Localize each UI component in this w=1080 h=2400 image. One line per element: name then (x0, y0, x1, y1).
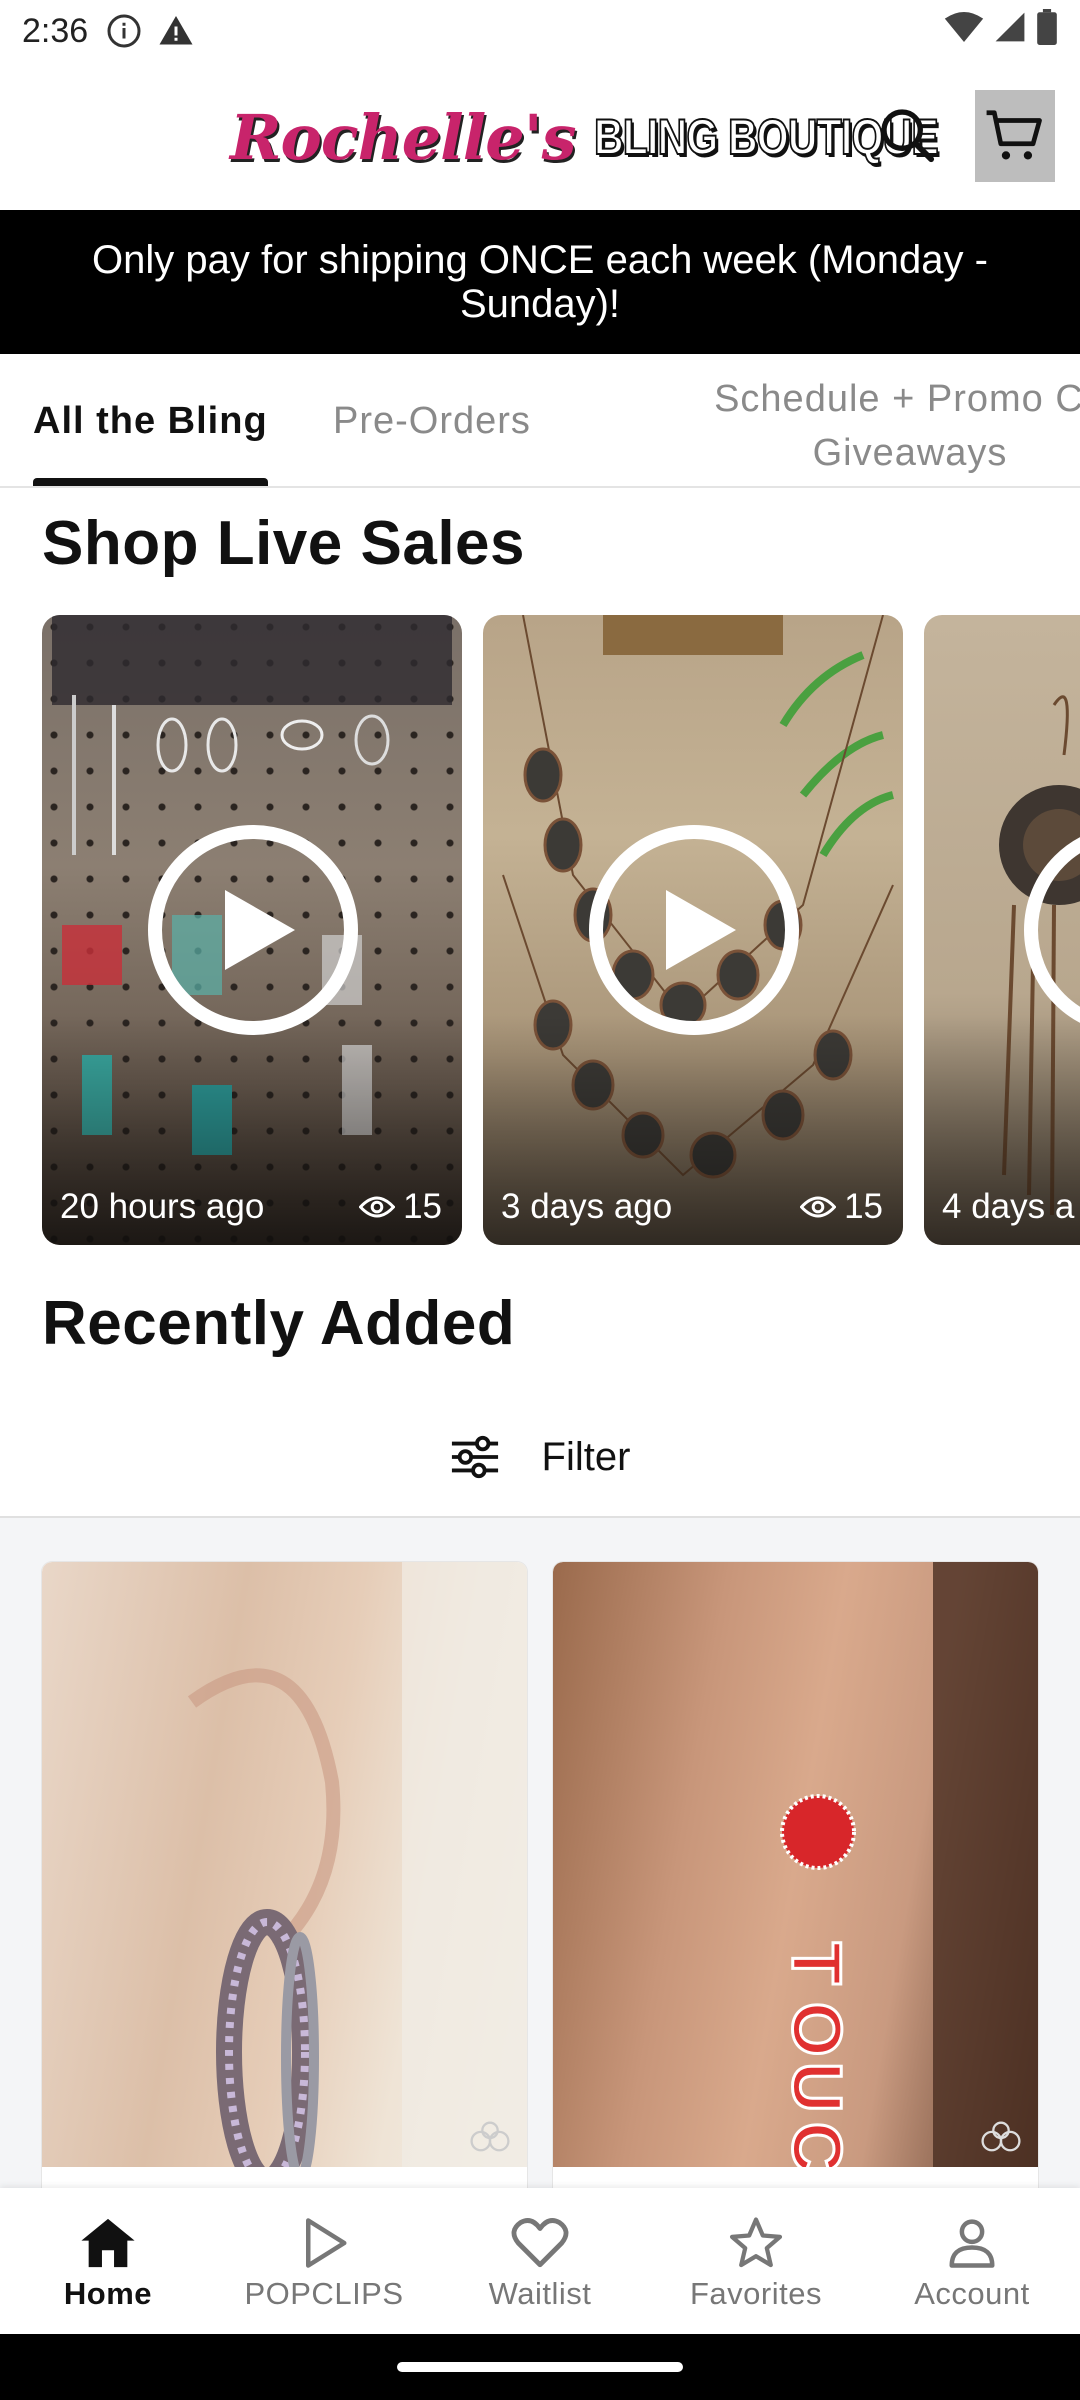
shipping-announcement: Only pay for shipping ONCE each week (Mo… (0, 210, 1080, 354)
nav-favorites[interactable]: Favorites (648, 2188, 864, 2334)
battery-icon (1036, 8, 1058, 54)
nav-waitlist[interactable]: Waitlist (432, 2188, 648, 2334)
app-header: Rochelle's BLING BOUTIQUE (0, 62, 1080, 210)
live-sale-time: 20 hours ago (60, 1187, 265, 1226)
nav-account[interactable]: Account (864, 2188, 1080, 2334)
play-icon[interactable] (148, 825, 358, 1035)
nav-home-label: Home (63, 2276, 153, 2311)
nav-popclips[interactable]: POPCLIPS (216, 2188, 432, 2334)
nav-account-label: Account (914, 2276, 1030, 2311)
sliders-icon (451, 1435, 498, 1479)
tab-schedule-line2: Giveaways (812, 432, 1008, 474)
status-bar: 2:36 (0, 0, 1080, 62)
nav-home[interactable]: Home (0, 2188, 216, 2334)
touch-earring-art: T O U C H (777, 1562, 1038, 2167)
logo-script-text: Rochelle's (230, 100, 577, 174)
nav-popclips-label: POPCLIPS (244, 2276, 404, 2311)
live-sale-views: 15 (359, 1187, 442, 1227)
system-gesture-bar (0, 2334, 1080, 2400)
product-card[interactable]: T O U C H (553, 1562, 1038, 2202)
live-sale-card[interactable]: 4 days a (924, 615, 1080, 1245)
watermark-icon (470, 2121, 510, 2152)
filter-button[interactable]: Filter (0, 1398, 1080, 1518)
shop-live-sales-heading: Shop Live Sales (42, 509, 526, 578)
heart-icon (511, 2218, 569, 2268)
live-sales-carousel[interactable]: 20 hours ago 15 3 days ago 15 4 days a (42, 615, 1080, 1245)
product-card[interactable] (42, 1562, 527, 2202)
tab-schedule-line1: Schedule + Promo Co (714, 378, 1080, 420)
bottom-navigation: Home POPCLIPS Waitlist Favorites Account (0, 2188, 1080, 2334)
svg-text:U: U (778, 2062, 856, 2113)
nav-favorites-label: Favorites (690, 2276, 822, 2311)
search-icon (881, 109, 935, 163)
home-icon (81, 2218, 135, 2268)
product-image (42, 1562, 527, 2167)
status-time: 2:36 (22, 11, 89, 50)
live-sale-card[interactable]: 20 hours ago 15 (42, 615, 462, 1245)
view-count: 15 (844, 1187, 883, 1226)
live-sale-time: 3 days ago (501, 1187, 673, 1226)
eye-icon (359, 1196, 396, 1218)
live-sale-time: 4 days a (942, 1187, 1075, 1226)
tab-schedule-promo-giveaways[interactable]: Schedule + Promo Co Giveaways (610, 372, 1080, 480)
live-sale-card[interactable]: 3 days ago 15 (483, 615, 903, 1245)
product-image: T O U C H (553, 1562, 1038, 2167)
nav-waitlist-label: Waitlist (488, 2276, 592, 2311)
status-right (944, 8, 1058, 54)
active-tab-indicator (33, 478, 268, 486)
cart-icon (986, 110, 1042, 160)
search-button[interactable] (876, 104, 938, 166)
app-screen: 2:36 Rochelle's BLING BOUTIQUE Only pay … (0, 0, 1080, 2400)
svg-text:O: O (778, 2002, 856, 2056)
live-sale-views: 15 (800, 1187, 883, 1227)
svg-text:T: T (778, 1942, 856, 1985)
play-icon (306, 2218, 347, 2268)
info-icon (106, 13, 142, 49)
eye-icon (800, 1196, 837, 1218)
cart-button[interactable] (975, 90, 1055, 182)
tab-pre-orders[interactable]: Pre-Orders (333, 400, 531, 443)
star-icon (729, 2217, 783, 2268)
signal-icon (994, 10, 1026, 53)
wifi-icon (944, 10, 984, 53)
product-grid: T O U C H (0, 1518, 1080, 2202)
play-icon[interactable] (589, 825, 799, 1035)
svg-text:C: C (778, 2122, 856, 2167)
watermark-icon (981, 2121, 1021, 2152)
recently-added-heading: Recently Added (42, 1289, 516, 1358)
home-gesture-handle[interactable] (397, 2362, 683, 2372)
tab-all-the-bling[interactable]: All the Bling (33, 400, 268, 443)
hoop-earring-art (187, 1562, 527, 2167)
category-tabs: All the Bling Pre-Orders Schedule + Prom… (0, 354, 1080, 488)
filter-label: Filter (541, 1434, 631, 1479)
person-icon (949, 2219, 995, 2268)
view-count: 15 (403, 1187, 442, 1226)
warning-icon (158, 13, 194, 49)
